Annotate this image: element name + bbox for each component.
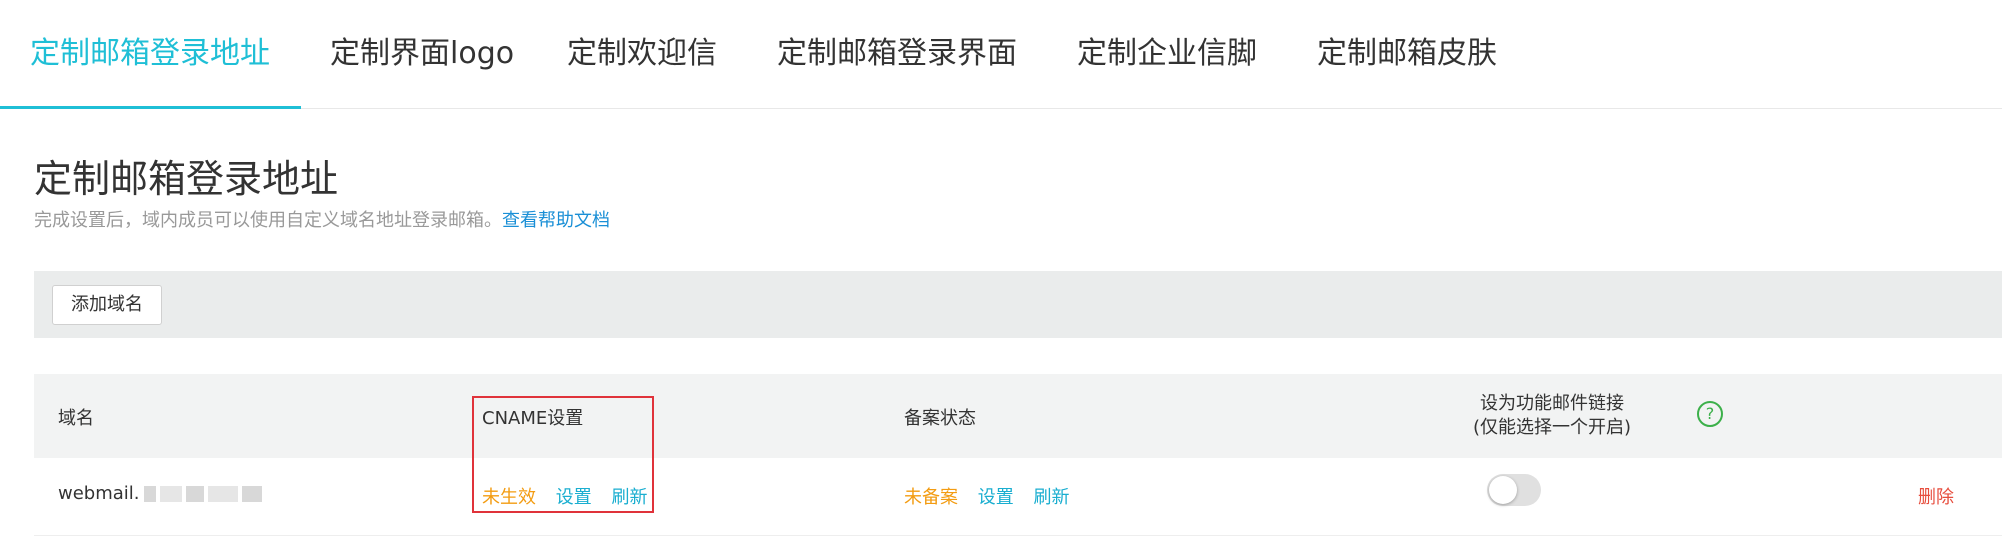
filing-set-link[interactable]: 设置: [978, 487, 1014, 508]
redacted-block: [185, 486, 204, 502]
redacted-block: [159, 486, 182, 502]
add-domain-button[interactable]: 添加域名: [52, 285, 162, 325]
help-circle-icon[interactable]: ?: [1697, 401, 1723, 427]
page-description: 完成设置后，域内成员可以使用自定义域名地址登录邮箱。查看帮助文档: [34, 206, 610, 232]
header-feature-line2: (仅能选择一个开启): [1472, 417, 1632, 438]
filing-refresh-link[interactable]: 刷新: [1033, 487, 1069, 508]
toolbar: 添加域名: [34, 271, 2002, 338]
help-doc-link[interactable]: 查看帮助文档: [502, 210, 610, 231]
redacted-block: [143, 486, 156, 502]
filing-status: 未备案: [904, 487, 958, 508]
filing-cell: 未备案 设置 刷新: [904, 483, 1069, 509]
tab-welcome-letter[interactable]: 定制欢迎信: [567, 0, 717, 108]
domain-cell: webmail.: [58, 483, 262, 504]
header-feature-mail-link: 设为功能邮件链接 (仅能选择一个开启): [1422, 392, 1682, 440]
tab-login-page[interactable]: 定制邮箱登录界面: [777, 0, 1017, 108]
cname-status: 未生效: [482, 487, 536, 508]
table-header: 域名 CNAME设置 备案状态 设为功能邮件链接 (仅能选择一个开启) ?: [34, 374, 2002, 458]
tab-mailbox-skin[interactable]: 定制邮箱皮肤: [1317, 0, 1497, 108]
header-domain: 域名: [58, 408, 94, 429]
delete-link[interactable]: 删除: [1918, 483, 1954, 509]
header-cname: CNAME设置: [482, 408, 584, 429]
tab-interface-logo[interactable]: 定制界面logo: [330, 0, 514, 108]
cname-set-link[interactable]: 设置: [556, 487, 592, 508]
tab-enterprise-footer[interactable]: 定制企业信脚: [1077, 0, 1257, 108]
header-filing-status: 备案状态: [904, 408, 976, 429]
header-feature-line1: 设为功能邮件链接: [1480, 393, 1624, 414]
description-text: 完成设置后，域内成员可以使用自定义域名地址登录邮箱。: [34, 210, 502, 231]
tab-bar: 定制邮箱登录地址 定制界面logo 定制欢迎信 定制邮箱登录界面 定制企业信脚 …: [0, 0, 2002, 109]
cname-cell: 未生效 设置 刷新: [482, 483, 647, 509]
page-title: 定制邮箱登录地址: [34, 157, 339, 201]
redacted-block: [207, 486, 238, 502]
cname-refresh-link[interactable]: 刷新: [611, 487, 647, 508]
redacted-block: [241, 486, 262, 502]
active-tab-indicator: [0, 106, 301, 109]
table-row: webmail. 未生效 设置 刷新 未备案 设置 刷新 删除: [34, 458, 2002, 536]
toggle-knob: [1489, 476, 1517, 504]
feature-mail-link-toggle[interactable]: [1487, 474, 1541, 506]
tab-login-address[interactable]: 定制邮箱登录地址: [30, 0, 270, 108]
domain-value: webmail.: [58, 483, 140, 504]
